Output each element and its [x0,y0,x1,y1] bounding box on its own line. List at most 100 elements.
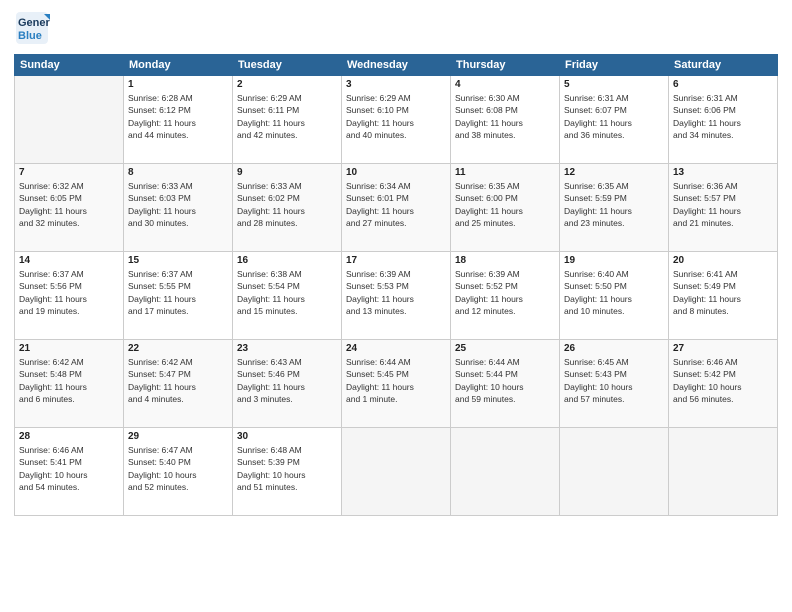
day-info: Sunrise: 6:36 AM Sunset: 5:57 PM Dayligh… [673,180,773,229]
day-info: Sunrise: 6:35 AM Sunset: 6:00 PM Dayligh… [455,180,555,229]
weekday-sunday: Sunday [15,55,124,76]
day-info: Sunrise: 6:30 AM Sunset: 6:08 PM Dayligh… [455,92,555,141]
day-number: 2 [237,79,337,90]
day-number: 27 [673,343,773,354]
day-number: 25 [455,343,555,354]
week-row-5: 28Sunrise: 6:46 AM Sunset: 5:41 PM Dayli… [15,428,778,516]
header: General Blue [14,10,778,46]
day-info: Sunrise: 6:48 AM Sunset: 5:39 PM Dayligh… [237,444,337,493]
calendar-cell: 22 Sunrise: 6:42 AM Sunset: 5:47 PM Dayli… [124,340,233,428]
weekday-header-row: SundayMondayTuesdayWednesdayThursdayFrid… [15,55,778,76]
day-number: 24 [346,343,446,354]
day-number: 8 [128,167,228,178]
week-row-2: 7 Sunrise: 6:32 AM Sunset: 6:05 PM Daylig… [15,164,778,252]
calendar-table: SundayMondayTuesdayWednesdayThursdayFrid… [14,54,778,516]
day-info: Sunrise: 6:43 AM Sunset: 5:46 PM Dayligh… [237,356,337,405]
day-info: Sunrise: 6:34 AM Sunset: 6:01 PM Dayligh… [346,180,446,229]
day-info: Sunrise: 6:41 AM Sunset: 5:49 PM Dayligh… [673,268,773,317]
day-number: 4 [455,79,555,90]
calendar-cell: 3 Sunrise: 6:29 AM Sunset: 6:10 PM Daylig… [342,76,451,164]
calendar-cell: 20Sunrise: 6:41 AM Sunset: 5:49 PM Dayli… [669,252,778,340]
day-info: Sunrise: 6:39 AM Sunset: 5:52 PM Dayligh… [455,268,555,317]
day-info: Sunrise: 6:28 AM Sunset: 6:12 PM Dayligh… [128,92,228,141]
day-info: Sunrise: 6:47 AM Sunset: 5:40 PM Dayligh… [128,444,228,493]
day-info: Sunrise: 6:32 AM Sunset: 6:05 PM Dayligh… [19,180,119,229]
day-info: Sunrise: 6:44 AM Sunset: 5:44 PM Dayligh… [455,356,555,405]
day-number: 6 [673,79,773,90]
calendar-cell: 18 Sunrise: 6:39 AM Sunset: 5:52 PM Dayli… [451,252,560,340]
day-number: 18 [455,255,555,266]
calendar-cell: 11 Sunrise: 6:35 AM Sunset: 6:00 PM Dayli… [451,164,560,252]
calendar-cell: 2 Sunrise: 6:29 AM Sunset: 6:11 PM Daylig… [233,76,342,164]
day-info: Sunrise: 6:39 AM Sunset: 5:53 PM Dayligh… [346,268,446,317]
day-number: 5 [564,79,664,90]
week-row-4: 21 Sunrise: 6:42 AM Sunset: 5:48 PM Dayli… [15,340,778,428]
calendar-cell: 16Sunrise: 6:38 AM Sunset: 5:54 PM Dayli… [233,252,342,340]
calendar-cell: 24 Sunrise: 6:44 AM Sunset: 5:45 PM Dayli… [342,340,451,428]
calendar-cell: 12 Sunrise: 6:35 AM Sunset: 5:59 PM Dayli… [560,164,669,252]
week-row-1: 1 Sunrise: 6:28 AM Sunset: 6:12 PM Daylig… [15,76,778,164]
day-number: 19 [564,255,664,266]
day-number: 7 [19,167,119,178]
day-number: 12 [564,167,664,178]
day-number: 11 [455,167,555,178]
calendar-cell: 10 Sunrise: 6:34 AM Sunset: 6:01 PM Dayli… [342,164,451,252]
weekday-saturday: Saturday [669,55,778,76]
day-info: Sunrise: 6:40 AM Sunset: 5:50 PM Dayligh… [564,268,664,317]
calendar-cell [560,428,669,516]
day-info: Sunrise: 6:44 AM Sunset: 5:45 PM Dayligh… [346,356,446,405]
calendar-cell: 14 Sunrise: 6:37 AM Sunset: 5:56 PM Dayli… [15,252,124,340]
calendar-cell [451,428,560,516]
day-number: 29 [128,431,228,442]
calendar-cell: 29 Sunrise: 6:47 AM Sunset: 5:40 PM Dayli… [124,428,233,516]
day-info: Sunrise: 6:33 AM Sunset: 6:03 PM Dayligh… [128,180,228,229]
calendar-cell [15,76,124,164]
calendar-cell: 7 Sunrise: 6:32 AM Sunset: 6:05 PM Daylig… [15,164,124,252]
calendar-cell: 13Sunrise: 6:36 AM Sunset: 5:57 PM Dayli… [669,164,778,252]
day-number: 21 [19,343,119,354]
calendar-cell: 23 Sunrise: 6:43 AM Sunset: 5:46 PM Dayli… [233,340,342,428]
week-row-3: 14 Sunrise: 6:37 AM Sunset: 5:56 PM Dayli… [15,252,778,340]
calendar-cell: 17 Sunrise: 6:39 AM Sunset: 5:53 PM Dayli… [342,252,451,340]
day-info: Sunrise: 6:42 AM Sunset: 5:48 PM Dayligh… [19,356,119,405]
svg-text:General: General [18,17,50,29]
day-info: Sunrise: 6:29 AM Sunset: 6:11 PM Dayligh… [237,92,337,141]
day-info: Sunrise: 6:31 AM Sunset: 6:06 PM Dayligh… [673,92,773,141]
weekday-thursday: Thursday [451,55,560,76]
day-info: Sunrise: 6:46 AM Sunset: 5:41 PM Dayligh… [19,444,119,493]
day-number: 3 [346,79,446,90]
weekday-friday: Friday [560,55,669,76]
day-info: Sunrise: 6:46 AM Sunset: 5:42 PM Dayligh… [673,356,773,405]
calendar-cell: 5 Sunrise: 6:31 AM Sunset: 6:07 PM Daylig… [560,76,669,164]
day-number: 14 [19,255,119,266]
day-info: Sunrise: 6:31 AM Sunset: 6:07 PM Dayligh… [564,92,664,141]
day-number: 23 [237,343,337,354]
weekday-tuesday: Tuesday [233,55,342,76]
day-number: 10 [346,167,446,178]
svg-text:Blue: Blue [18,30,42,42]
day-number: 1 [128,79,228,90]
calendar-cell: 9 Sunrise: 6:33 AM Sunset: 6:02 PM Daylig… [233,164,342,252]
day-info: Sunrise: 6:37 AM Sunset: 5:55 PM Dayligh… [128,268,228,317]
day-info: Sunrise: 6:42 AM Sunset: 5:47 PM Dayligh… [128,356,228,405]
calendar-cell: 6 Sunrise: 6:31 AM Sunset: 6:06 PM Daylig… [669,76,778,164]
calendar-cell: 15Sunrise: 6:37 AM Sunset: 5:55 PM Dayli… [124,252,233,340]
day-number: 9 [237,167,337,178]
day-number: 22 [128,343,228,354]
calendar-cell [342,428,451,516]
weekday-monday: Monday [124,55,233,76]
day-info: Sunrise: 6:37 AM Sunset: 5:56 PM Dayligh… [19,268,119,317]
day-info: Sunrise: 6:35 AM Sunset: 5:59 PM Dayligh… [564,180,664,229]
day-number: 30 [237,431,337,442]
calendar-cell: 26Sunrise: 6:45 AM Sunset: 5:43 PM Dayli… [560,340,669,428]
day-number: 17 [346,255,446,266]
weekday-wednesday: Wednesday [342,55,451,76]
page: General Blue SundayMondayTuesdayWednesda… [0,0,792,612]
calendar-cell: 27 Sunrise: 6:46 AM Sunset: 5:42 PM Dayli… [669,340,778,428]
day-info: Sunrise: 6:38 AM Sunset: 5:54 PM Dayligh… [237,268,337,317]
day-info: Sunrise: 6:33 AM Sunset: 6:02 PM Dayligh… [237,180,337,229]
calendar-cell: 30 Sunrise: 6:48 AM Sunset: 5:39 PM Dayli… [233,428,342,516]
calendar-cell: 28Sunrise: 6:46 AM Sunset: 5:41 PM Dayli… [15,428,124,516]
calendar-cell [669,428,778,516]
day-info: Sunrise: 6:29 AM Sunset: 6:10 PM Dayligh… [346,92,446,141]
